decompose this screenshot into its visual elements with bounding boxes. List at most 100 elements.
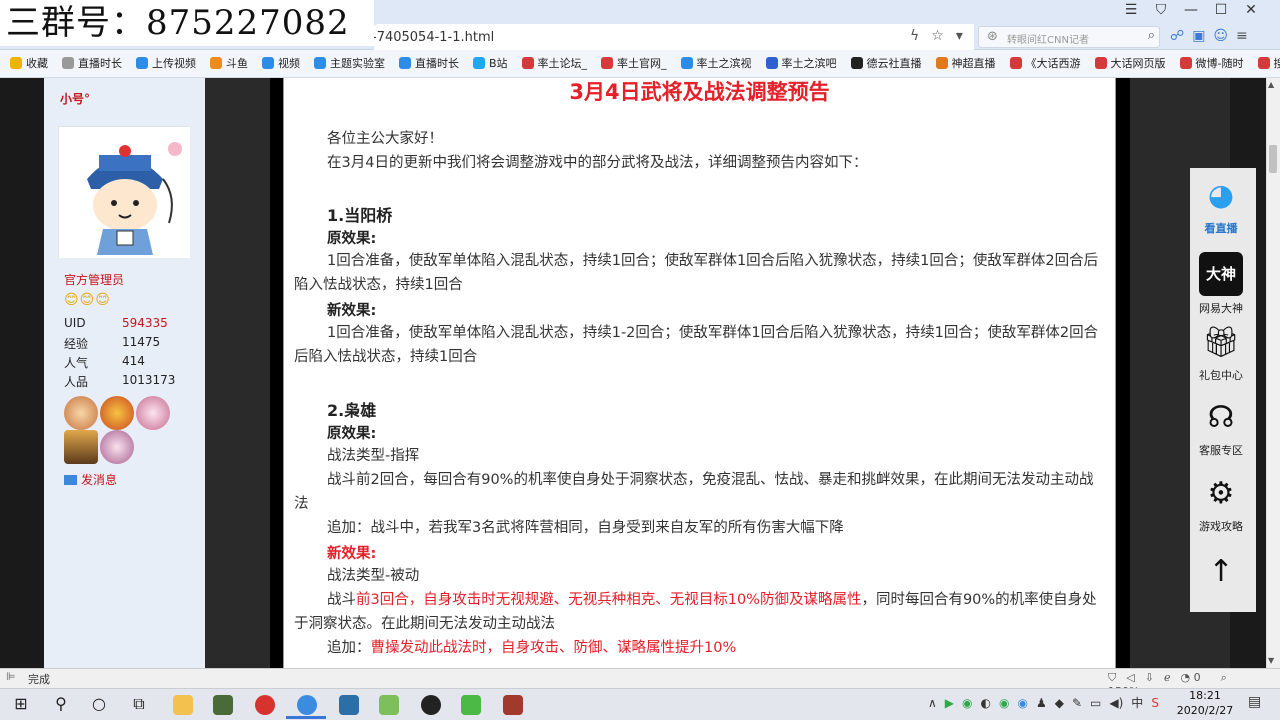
clock-date[interactable]: 2020/2/27 xyxy=(1176,704,1234,717)
scroll-up-arrow-icon[interactable]: ▲ xyxy=(1268,80,1274,89)
bookmark-label: 微博-随时 xyxy=(1195,57,1244,70)
bookmark-item[interactable]: B站 xyxy=(473,50,508,77)
address-bar-url[interactable]: -7405054-1-1.html xyxy=(372,30,494,45)
customer-service-label: 客服专区 xyxy=(1199,444,1243,457)
search-icon[interactable]: ⌕ xyxy=(1148,28,1155,43)
send-message-link[interactable]: 发消息 xyxy=(64,471,117,488)
bookmark-item[interactable]: 微博-随时 xyxy=(1179,50,1244,77)
game-guide-label: 游戏攻略 xyxy=(1199,520,1243,533)
download-icon[interactable]: ⇩ xyxy=(1145,671,1154,684)
game-guide-button[interactable]: ⚙ 游戏攻略 xyxy=(1190,474,1252,534)
file-explorer-icon[interactable] xyxy=(170,692,196,716)
obs-icon[interactable] xyxy=(418,692,444,716)
bookmark-item[interactable]: 德云社直播 xyxy=(850,50,922,77)
app-tray-icon[interactable]: ◆ xyxy=(1055,696,1064,710)
bookmark-label: 率土论坛_ xyxy=(537,57,588,70)
stat-uid-value[interactable]: 594335 xyxy=(122,316,168,330)
clipboard-icon[interactable]: ▣ xyxy=(1192,28,1205,44)
smile-icon[interactable]: ☺ xyxy=(1213,28,1228,44)
bookmark-item[interactable]: 率土官网_ xyxy=(601,50,667,77)
username[interactable]: 小号° xyxy=(60,90,90,107)
task-view-icon[interactable]: ⧉ xyxy=(126,692,152,716)
toolbar-extensions: ☍ ▣ ☺ ≡ xyxy=(1170,28,1256,44)
original-effect-label: 原效果: xyxy=(327,231,377,247)
medal-icon[interactable] xyxy=(64,396,98,430)
scroll-down-arrow-icon[interactable]: ▼ xyxy=(1268,656,1274,665)
bookmark-item[interactable]: 主题实验室 xyxy=(314,50,385,77)
medal-icon[interactable] xyxy=(136,396,170,430)
medal-icon[interactable] xyxy=(64,430,98,464)
ie-icon[interactable]: ℯ xyxy=(1164,671,1171,684)
bookmark-item[interactable]: 率土之滨视 xyxy=(680,50,752,77)
notification-icon[interactable]: ▤ xyxy=(1248,694,1261,710)
bookmark-label: 直播时长 xyxy=(78,57,122,70)
bookmark-item[interactable]: 直播时长 xyxy=(62,50,122,77)
pen-icon[interactable]: ✎ xyxy=(1072,696,1082,710)
chevron-up-icon[interactable]: ∧ xyxy=(928,696,937,710)
user-role[interactable]: 官方管理员 xyxy=(64,271,124,288)
customer-service-button[interactable]: ☊ 客服专区 xyxy=(1190,398,1252,458)
clock-time[interactable]: 18:21 xyxy=(1180,689,1230,702)
bookmark-item[interactable]: 《大话西游 xyxy=(1009,50,1081,77)
app-tray-icon[interactable]: ◉ xyxy=(1017,696,1027,710)
browser-icon[interactable] xyxy=(294,692,320,716)
ime-icon[interactable]: 中 xyxy=(1131,696,1143,710)
gift-center-button[interactable]: 🎁︎ 礼包中心 xyxy=(1190,323,1252,383)
skin-button[interactable]: ⛉ xyxy=(1146,2,1176,18)
app-tray-icon[interactable]: ◉ xyxy=(999,696,1009,710)
app-tray-icon[interactable]: ◉ xyxy=(962,696,972,710)
lightning-icon[interactable]: ϟ xyxy=(910,28,919,44)
extension-icon[interactable]: ☍ xyxy=(1170,28,1184,44)
bookmark-item[interactable]: 视频 xyxy=(262,50,300,77)
app-tray-icon[interactable]: ◐ xyxy=(981,696,991,710)
bookmark-item[interactable]: 神超直播 xyxy=(935,50,996,77)
network-icon[interactable]: ▭ xyxy=(1090,696,1101,710)
watch-live-button[interactable]: ◕ 看直播 xyxy=(1190,176,1252,236)
menu-icon[interactable]: ≡ xyxy=(1236,28,1248,44)
netease-music-icon[interactable] xyxy=(252,692,278,716)
play-icon[interactable]: ▶ xyxy=(945,696,954,710)
bookmark-item[interactable]: 收藏 xyxy=(10,50,48,77)
game-launcher-icon[interactable] xyxy=(376,692,402,716)
dashen-icon: 大神 xyxy=(1199,252,1243,296)
maximize-button[interactable]: ☐ xyxy=(1206,2,1236,18)
dashen-button[interactable]: 大神 网易大神 xyxy=(1190,252,1252,316)
new-tactic-type: 战法类型-被动 xyxy=(327,568,420,584)
bookmark-item[interactable]: 直播时长 xyxy=(399,50,459,77)
search-icon[interactable]: ⚲ xyxy=(48,692,74,716)
volume-icon[interactable]: ◀) xyxy=(1109,696,1123,710)
game-client-icon[interactable] xyxy=(500,692,526,716)
search-engine-icon: ⊛ xyxy=(987,29,998,44)
sidebar-toggle-icon[interactable]: ⊫ xyxy=(6,670,16,683)
scroll-thumb[interactable] xyxy=(1269,145,1277,173)
new-effect-highlight: 前3回合，自身攻击时无视规避、无视兵种相克、无视目标10%防御及谋略属性 xyxy=(356,592,862,608)
bookmark-item[interactable]: 大话网页版 xyxy=(1094,50,1166,77)
search-input[interactable]: ⊛ 转眼间红CNN记者 ⌕ xyxy=(978,26,1160,48)
medal-icon[interactable] xyxy=(100,396,134,430)
chevron-down-icon[interactable]: ▾ xyxy=(956,28,963,44)
shield-icon[interactable]: ⛉ xyxy=(1108,671,1116,684)
close-button[interactable]: ✕ xyxy=(1236,2,1266,18)
bookmark-item[interactable]: 搜狗社音FM xyxy=(1257,50,1280,77)
monitor-app-icon[interactable] xyxy=(336,692,362,716)
bookmark-item[interactable]: 率土之滨吧 xyxy=(765,50,837,77)
avatar[interactable] xyxy=(58,126,190,258)
wechat-icon[interactable] xyxy=(458,692,484,716)
minimize-button[interactable]: — xyxy=(1176,2,1206,18)
bookmark-item[interactable]: 斗鱼 xyxy=(210,50,248,77)
bookmark-item[interactable]: 率土论坛_ xyxy=(521,50,588,77)
back-to-top-button[interactable]: ↑ xyxy=(1190,552,1252,596)
medal-icon[interactable] xyxy=(100,430,134,464)
menu-button[interactable]: ☰ xyxy=(1116,2,1146,18)
game-app-icon[interactable] xyxy=(210,692,236,716)
star-icon[interactable]: ☆ xyxy=(931,28,944,44)
counter[interactable]: ◔ 0 xyxy=(1180,671,1210,684)
windows-start-icon[interactable]: ⊞ xyxy=(8,692,34,716)
cortana-icon[interactable]: ○ xyxy=(86,692,112,716)
original-effect-text: 1回合准备，使敌军单体陷入混乱状态，持续1回合；使敌军群体1回合后陷入犹豫状态，… xyxy=(294,253,1099,293)
send-message-label: 发消息 xyxy=(81,473,118,487)
speaker-icon[interactable]: ◁ xyxy=(1126,671,1134,684)
bookmark-item[interactable]: 上传视频 xyxy=(136,50,196,77)
antivirus-icon[interactable]: S xyxy=(1151,696,1159,710)
qq-icon[interactable]: ♟ xyxy=(1036,696,1047,710)
